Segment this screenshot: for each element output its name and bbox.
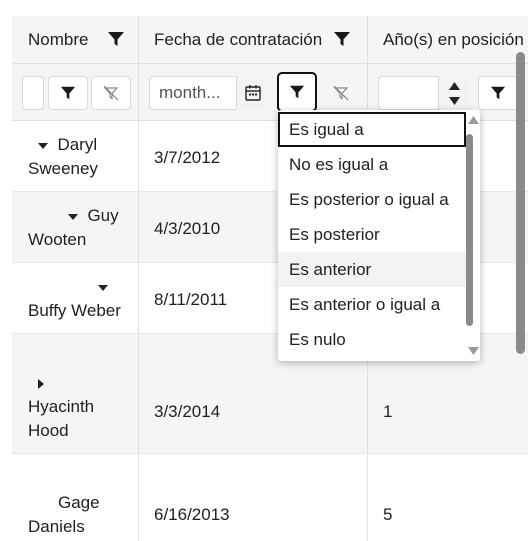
date-cell: 3/7/2012 [154,148,221,167]
name-line: Wooten [28,230,87,249]
column-header-fecha[interactable]: Fecha de contratación [154,30,322,50]
date-cell: 8/11/2011 [154,290,228,309]
calendar-icon [244,85,261,101]
name-cell: Daryl Sweeney [28,133,98,181]
name-line: Guy [87,206,119,225]
expand-arrow-icon[interactable] [98,284,108,291]
name-line: Buffy Weber [28,301,121,320]
date-filter-placeholder: month... [159,83,221,102]
name-line: Hyacinth [28,397,95,416]
menu-scrollbar-thumb[interactable] [466,134,473,326]
column-separator [138,334,139,453]
scroll-down-icon[interactable] [468,347,479,355]
name-line: Daniels [28,517,85,536]
filter-icon[interactable] [333,30,351,48]
menu-item-no-es-igual-a[interactable]: No es igual a [278,147,466,182]
filter-icon [490,86,506,100]
years-cell: 5 [383,505,393,524]
name-line: Daryl [57,135,98,154]
scroll-up-icon[interactable] [468,116,479,124]
date-clear-filter-button[interactable] [321,76,361,110]
grid-header: Nombre Fecha de contratación Año(s) en p… [12,16,528,64]
years-filter-operator-button[interactable] [478,76,518,110]
date-cell: 3/3/2014 [154,402,221,421]
column-header-nombre[interactable]: Nombre [28,30,88,50]
filter-icon [60,86,76,100]
name-line: Gage [58,493,100,512]
name-cell: Gage Daniels [28,491,100,539]
table-row[interactable]: Gage Daniels 6/16/2013 5 [12,454,528,541]
name-clear-filter-button[interactable] [91,76,131,110]
years-cell: 1 [383,402,393,421]
name-cell: Guy Wooten [28,204,119,252]
filter-icon[interactable] [107,30,125,48]
name-line: Hood [28,421,69,440]
expand-arrow-icon[interactable] [38,142,48,149]
calendar-button[interactable] [236,76,268,110]
column-header-anos[interactable]: Año(s) en posición [383,30,524,50]
filter-condition-menu: Es igual a No es igual a Es posterior o … [278,110,480,361]
clear-filter-icon [103,85,119,101]
date-cell: 4/3/2010 [154,219,221,238]
menu-item-es-anterior-o-igual-a[interactable]: Es anterior o igual a [278,287,466,322]
menu-item-es-nulo[interactable]: Es nulo [278,322,466,357]
column-separator [138,263,139,333]
clear-filter-icon [333,85,349,101]
spin-down-icon[interactable] [449,97,460,105]
expand-arrow-icon[interactable] [68,213,78,220]
menu-item-es-posterior-o-igual-a[interactable]: Es posterior o igual a [278,182,466,217]
menu-item-es-posterior[interactable]: Es posterior [278,217,466,252]
date-cell: 6/16/2013 [154,505,230,524]
column-separator[interactable] [367,16,368,63]
date-filter-operator-button[interactable] [277,72,317,112]
column-separator [138,121,139,191]
collapse-arrow-icon[interactable] [38,378,44,389]
name-line: Sweeney [28,159,98,178]
column-separator [138,454,139,541]
spinner [438,76,471,110]
name-filter-operator-button[interactable] [48,76,88,110]
name-cell: Hyacinth Hood [28,371,94,443]
column-separator [138,64,139,120]
menu-item-es-igual-a[interactable]: Es igual a [278,112,466,147]
grid-scrollbar-thumb[interactable] [516,52,525,354]
column-separator [367,454,368,541]
filter-icon [289,85,305,99]
column-separator[interactable] [138,16,139,63]
name-cell: Buffy Weber [28,275,121,323]
menu-item-es-anterior[interactable]: Es anterior [278,252,466,287]
name-filter-input[interactable] [22,76,44,110]
spin-up-icon[interactable] [449,82,460,90]
column-separator [138,192,139,262]
